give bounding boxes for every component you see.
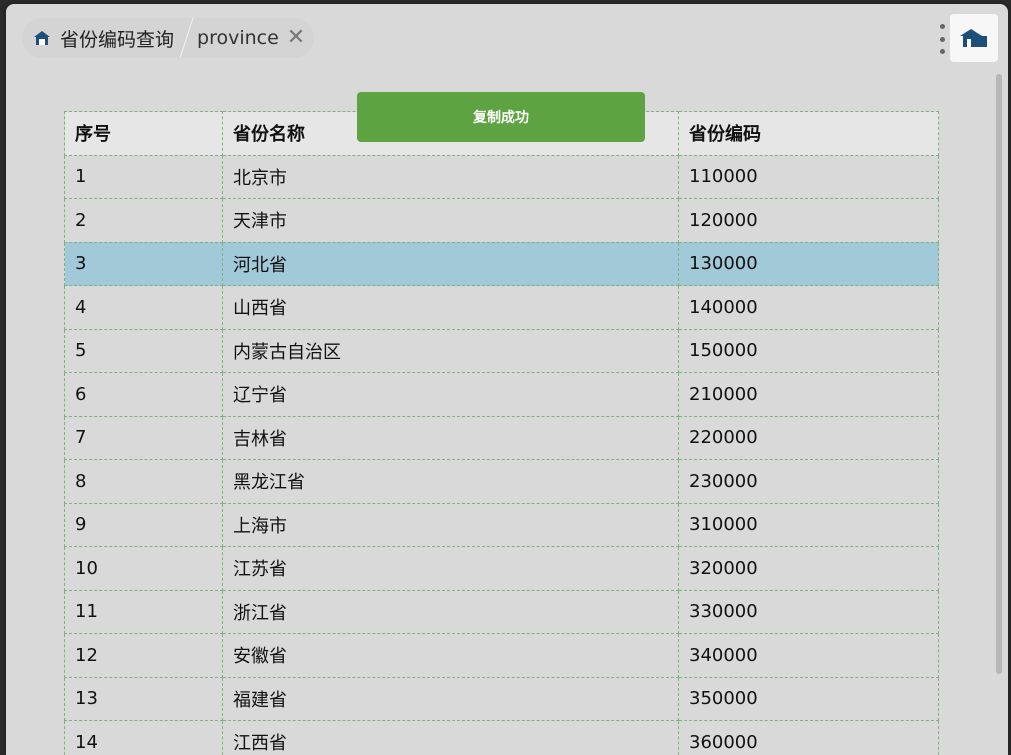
cell-province-name[interactable]: 天津市 [222,198,679,243]
cell-province-name[interactable]: 内蒙古自治区 [222,328,679,373]
copy-success-toast: 复制成功 [357,92,645,142]
cell-index[interactable]: 13 [64,676,223,721]
utools-panel: 省份编码查询 province ✕ 复制成功 序号 省份名称 省份编码 1 北京市… [6,4,1008,755]
cell-province-name[interactable]: 辽宁省 [222,372,679,417]
table-row[interactable]: 10 江苏省 320000 [64,546,939,591]
cell-province-code[interactable]: 320000 [678,546,939,591]
table-row[interactable]: 14 江西省 360000 [64,720,939,755]
table-row[interactable]: 9 上海市 310000 [64,502,939,547]
cell-province-name[interactable]: 福建省 [222,676,679,721]
house-icon [32,28,52,48]
cell-province-code[interactable]: 220000 [678,415,939,460]
cell-province-code[interactable]: 150000 [678,328,939,373]
table-row[interactable]: 8 黑龙江省 230000 [64,459,939,504]
search-tab[interactable]: 省份编码查询 province ✕ [22,18,314,58]
cell-province-code[interactable]: 130000 [678,241,939,286]
table-row[interactable]: 13 福建省 350000 [64,676,939,721]
cell-index[interactable]: 3 [64,241,223,286]
table-row[interactable]: 2 天津市 120000 [64,198,939,243]
table-row[interactable]: 12 安徽省 340000 [64,633,939,678]
plugin-title: 省份编码查询 [60,28,175,51]
cell-province-code[interactable]: 340000 [678,633,939,678]
header-province-code: 省份编码 [678,111,939,156]
cell-province-code[interactable]: 230000 [678,459,939,504]
search-query[interactable]: province [197,27,279,49]
table-row[interactable]: 11 浙江省 330000 [64,589,939,634]
cell-index[interactable]: 8 [64,459,223,504]
table-row[interactable]: 7 吉林省 220000 [64,415,939,460]
cell-province-name[interactable]: 江西省 [222,720,679,755]
cell-province-name[interactable]: 安徽省 [222,633,679,678]
cell-index[interactable]: 4 [64,285,223,330]
table-row[interactable]: 3 河北省 130000 [64,241,939,286]
cell-province-code[interactable]: 120000 [678,198,939,243]
cell-index[interactable]: 7 [64,415,223,460]
close-icon[interactable]: ✕ [287,27,305,49]
cell-index[interactable]: 1 [64,154,223,199]
cell-province-name[interactable]: 浙江省 [222,589,679,634]
cell-province-name[interactable]: 上海市 [222,502,679,547]
table-row[interactable]: 6 辽宁省 210000 [64,372,939,417]
cell-province-name[interactable]: 北京市 [222,154,679,199]
cell-index[interactable]: 2 [64,198,223,243]
cell-province-code[interactable]: 360000 [678,720,939,755]
cell-province-name[interactable]: 吉林省 [222,415,679,460]
cell-index[interactable]: 10 [64,546,223,591]
cell-index[interactable]: 5 [64,328,223,373]
cell-province-name[interactable]: 江苏省 [222,546,679,591]
table-row[interactable]: 4 山西省 140000 [64,285,939,330]
cell-province-code[interactable]: 140000 [678,285,939,330]
cell-province-code[interactable]: 110000 [678,154,939,199]
cell-province-code[interactable]: 330000 [678,589,939,634]
header-index: 序号 [64,111,223,156]
cell-index[interactable]: 9 [64,502,223,547]
tab-divider [179,18,194,58]
table-row[interactable]: 5 内蒙古自治区 150000 [64,328,939,373]
cell-province-code[interactable]: 310000 [678,502,939,547]
cell-province-code[interactable]: 210000 [678,372,939,417]
more-vertical-icon[interactable] [934,24,950,54]
cell-index[interactable]: 6 [64,372,223,417]
scrollbar[interactable] [996,74,1002,674]
province-table: 序号 省份名称 省份编码 1 北京市 110000 2 天津市 120000 3 河北省 130… [64,111,939,755]
cell-index[interactable]: 11 [64,589,223,634]
cell-province-name[interactable]: 河北省 [222,241,679,286]
table-row[interactable]: 1 北京市 110000 [64,154,939,199]
cell-province-name[interactable]: 山西省 [222,285,679,330]
cell-index[interactable]: 14 [64,720,223,755]
province-logo-icon[interactable] [950,14,998,62]
cell-province-code[interactable]: 350000 [678,676,939,721]
cell-province-name[interactable]: 黑龙江省 [222,459,679,504]
cell-index[interactable]: 12 [64,633,223,678]
